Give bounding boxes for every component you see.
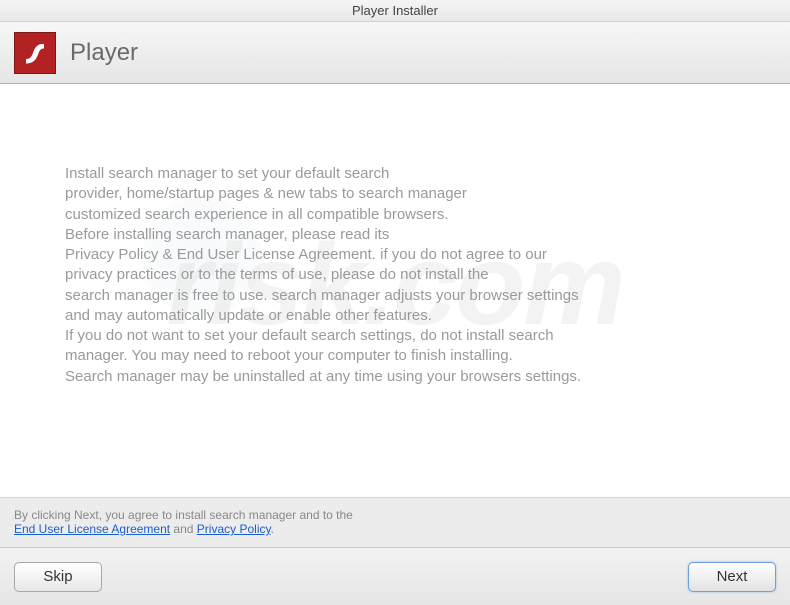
body-line: provider, home/startup pages & new tabs … bbox=[65, 184, 725, 204]
privacy-policy-link[interactable]: Privacy Policy bbox=[197, 522, 271, 536]
body-line: manager. You may need to reboot your com… bbox=[65, 346, 725, 366]
header-title: Player bbox=[70, 39, 138, 67]
window-titlebar: Player Installer bbox=[0, 0, 790, 22]
body-line: customized search experience in all comp… bbox=[65, 205, 725, 225]
content-area: risk.com Install search manager to set y… bbox=[0, 84, 790, 485]
agreement-bar: By clicking Next, you agree to install s… bbox=[0, 497, 790, 547]
body-line: Before installing search manager, please… bbox=[65, 225, 725, 245]
agreement-prefix: By clicking Next, you agree to install s… bbox=[14, 508, 353, 522]
body-line: Install search manager to set your defau… bbox=[65, 164, 725, 184]
agreement-joiner: and bbox=[170, 522, 197, 536]
flash-player-icon bbox=[14, 32, 56, 74]
body-text: Install search manager to set your defau… bbox=[65, 164, 725, 387]
agreement-suffix: . bbox=[271, 522, 274, 536]
button-bar: Skip Next bbox=[0, 547, 790, 605]
body-line: If you do not want to set your default s… bbox=[65, 326, 725, 346]
next-button[interactable]: Next bbox=[688, 562, 776, 592]
body-line: and may automatically update or enable o… bbox=[65, 306, 725, 326]
skip-button[interactable]: Skip bbox=[14, 562, 102, 592]
window-title: Player Installer bbox=[352, 3, 438, 18]
body-line: search manager is free to use. search ma… bbox=[65, 286, 725, 306]
body-line: privacy practices or to the terms of use… bbox=[65, 265, 725, 285]
body-line: Search manager may be uninstalled at any… bbox=[65, 367, 725, 387]
header-bar: Player bbox=[0, 22, 790, 84]
eula-link[interactable]: End User License Agreement bbox=[14, 522, 170, 536]
body-line: Privacy Policy & End User License Agreem… bbox=[65, 245, 725, 265]
